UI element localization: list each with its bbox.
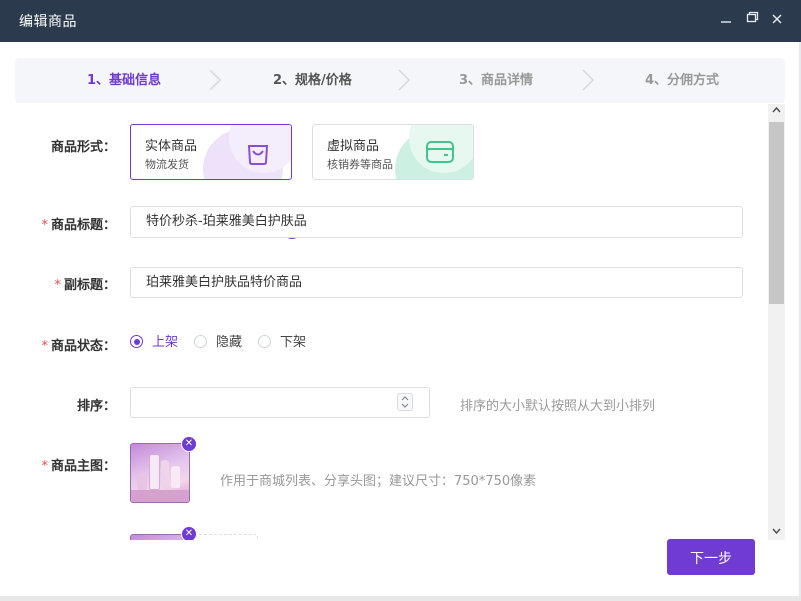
virtual-product-title: 虚拟商品 [327,139,380,154]
radio-dot [258,335,271,348]
radio-dot [130,335,143,348]
virtual-product-subtitle: 核销券等商品 [327,158,393,171]
scrollbar-thumb[interactable] [769,122,784,304]
product-image-thumbnail[interactable] [130,443,190,503]
status-radio-hidden[interactable]: 隐藏 [194,335,242,351]
status-label-text: 商品状态： [50,339,116,354]
physical-product-card[interactable]: 实体商品 物流发货 [130,124,292,180]
required-mark: * [54,278,61,293]
dialog-title: 编辑商品 [19,14,77,30]
physical-product-title: 实体商品 [145,139,198,154]
main-image-label-text: 商品主图： [50,459,116,474]
step-navigation: 1、基础信息 2、规格/价格 3、商品详情 4、分佣方式 [15,58,785,103]
close-icon[interactable] [767,10,787,30]
product-type-label-text: 商品形式： [50,140,116,155]
main-image-label: * 商品主图： [26,455,116,474]
chevron-right-icon [397,68,411,92]
subtitle-input[interactable]: 珀莱雅美白护肤品特价商品 [130,267,743,298]
required-mark: * [41,339,48,354]
main-image-hint: 作用于商城列表、分享头图；建议尺寸：750*750像素 [220,474,537,489]
status-online-label: 上架 [152,335,179,350]
upload-image-slot[interactable] [196,534,258,540]
sort-input[interactable] [130,387,430,418]
step-product-details[interactable]: 3、商品详情 [459,58,533,103]
form-area: 商品形式： 实体商品 物流发货 ✓ 虚拟商品 核销券等商品 *商品标题： [0,104,768,540]
title-label: * 商品标题： [26,214,116,233]
minimize-icon[interactable] [716,10,736,30]
status-radio-offline[interactable]: 下架 [258,335,306,351]
physical-product-subtitle: 物流发货 [145,158,189,171]
status-label: * 商品状态： [26,335,116,354]
scroll-up-icon[interactable] [772,106,781,118]
status-hidden-label: 隐藏 [216,335,243,350]
step-basic-info[interactable]: 1、基础信息 [87,58,161,103]
title-label-text: 商品标题： [50,218,116,233]
required-mark: * [41,218,48,233]
title-input[interactable]: 特价秒杀-珀莱雅美白护肤品 [130,206,743,238]
remove-image-icon[interactable]: ✕ [181,436,197,452]
virtual-product-card[interactable]: 虚拟商品 核销券等商品 [312,124,474,180]
card-icon [425,138,455,170]
shopping-bag-icon [243,137,273,171]
sort-label: 排序： [26,395,116,414]
product-type-label: 商品形式： [26,136,116,155]
radio-dot [194,335,207,348]
step-spec-price[interactable]: 2、规格/价格 [273,58,352,103]
next-step-button[interactable]: 下一步 [667,539,755,575]
sort-label-text: 排序： [76,399,116,414]
required-mark: * [41,459,48,474]
dialog-titlebar: 编辑商品 [0,0,801,42]
status-offline-label: 下架 [280,335,307,350]
chevron-right-icon [208,68,222,92]
step-commission[interactable]: 4、分佣方式 [645,58,719,103]
remove-image-icon[interactable]: ✕ [181,526,197,540]
status-radio-online[interactable]: 上架 [130,335,178,351]
restore-icon[interactable] [742,10,762,30]
vertical-scrollbar[interactable] [768,104,785,540]
sort-hint: 排序的大小默认按照从大到小排列 [460,399,656,414]
subtitle-label: * 副标题： [26,274,116,293]
scroll-down-icon[interactable] [772,526,781,538]
status-radio-group: 上架 隐藏 下架 [130,335,430,351]
chevron-right-icon [581,68,595,92]
subtitle-label-text: 副标题： [63,278,116,293]
window-bottom-edge [0,596,801,601]
number-stepper[interactable] [397,393,413,411]
